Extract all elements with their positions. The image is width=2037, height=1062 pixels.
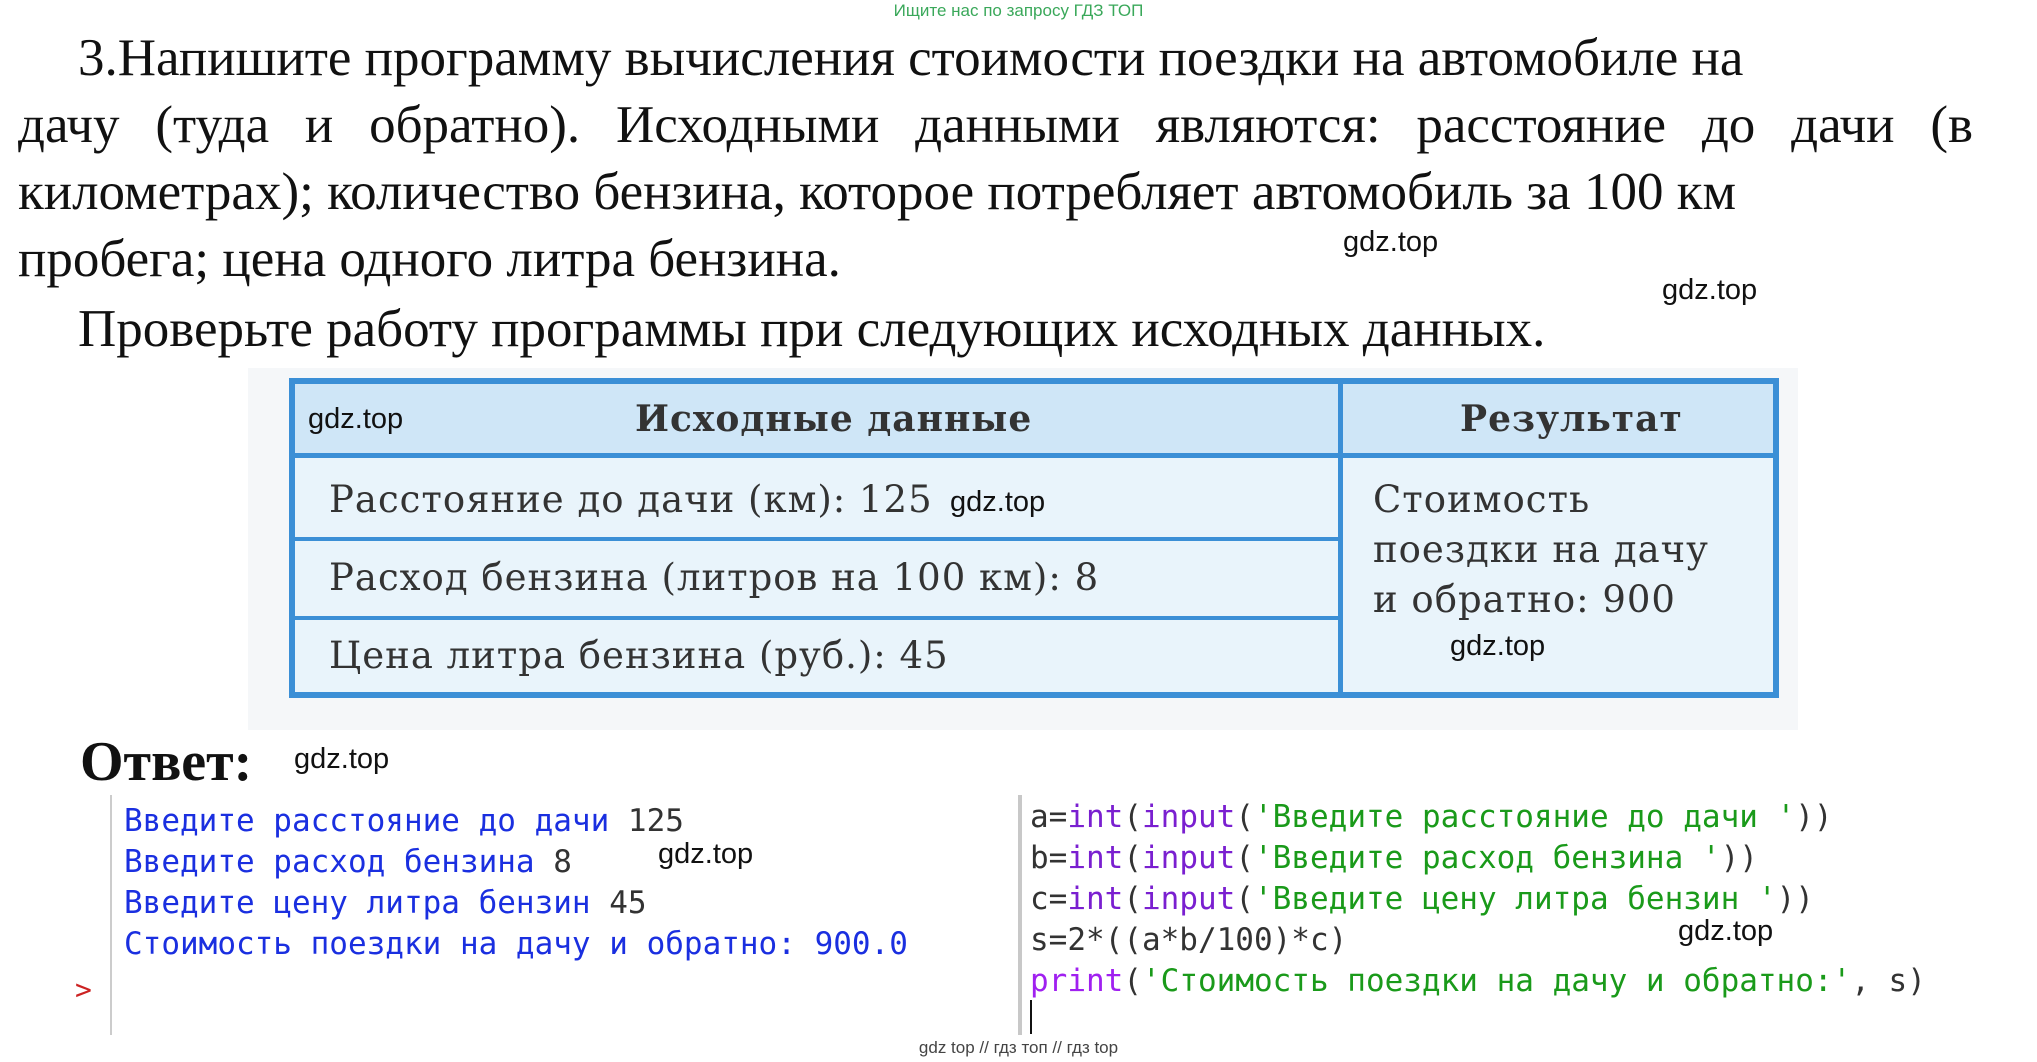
task-line-4: пробега; цена одного литра бензина. <box>18 230 841 288</box>
table-divider <box>295 616 1338 620</box>
answer-label: Ответ: <box>80 731 253 793</box>
shell-prompt-icon: > <box>75 973 92 1006</box>
code-line: print('Стоимость поездки на дачу и обрат… <box>1030 963 1926 999</box>
result-line-2: поездки на дачу <box>1373 528 1709 571</box>
python-shell-output: Введите расстояние до дачи 125 Введите р… <box>110 795 1012 1035</box>
watermark: gdz.top <box>308 403 404 435</box>
code-line: b=int(input('Введите расход бензина ')) <box>1030 840 1758 876</box>
text-cursor <box>1030 1000 1032 1034</box>
row-fuel-consumption: Расход бензина (литров на 100 км): 8 <box>329 556 1100 599</box>
header-result: Результат <box>1460 398 1683 440</box>
shell-line: Введите расход бензина 8 <box>124 844 572 880</box>
result-line-3: и обратно: 900 <box>1373 578 1676 621</box>
task-line-3: километрах); количество бензина, которое… <box>18 163 1736 221</box>
table-divider <box>295 537 1338 541</box>
watermark: gdz.top <box>1662 274 1758 306</box>
task-line-2: дачу (туда и обратно). Исходными данными… <box>18 96 1973 154</box>
data-table: Исходные данные Результат Расстояние до … <box>289 378 1779 698</box>
task-text: 3.Напишите программу вычисления стоимост… <box>18 25 1973 293</box>
watermark: gdz.top <box>1678 915 1774 947</box>
shell-line: Введите расстояние до дачи 125 <box>124 803 684 839</box>
watermark: gdz.top <box>294 743 390 775</box>
code-editor[interactable]: a=int(input('Введите расстояние до дачи … <box>1018 795 2037 1035</box>
watermark: gdz.top <box>1343 226 1439 258</box>
result-line-1: Стоимость <box>1373 478 1591 521</box>
watermark: gdz.top <box>658 838 754 870</box>
shell-line: Введите цену литра бензин 45 <box>124 885 647 921</box>
task-line-1: 3.Напишите программу вычисления стоимост… <box>78 29 1744 87</box>
watermark: gdz.top <box>950 486 1046 518</box>
header-input-data: Исходные данные <box>635 398 1033 440</box>
code-line: c=int(input('Введите цену литра бензин '… <box>1030 881 1814 917</box>
shell-line: Стоимость поездки на дачу и обратно: 900… <box>124 926 908 962</box>
check-text: Проверьте работу программы при следующих… <box>78 300 1546 358</box>
code-line: s=2*((a*b/100)*c) <box>1030 922 1348 958</box>
top-banner: Ищите нас по запросу ГДЗ ТОП <box>893 1 1144 20</box>
table-divider <box>1338 384 1343 692</box>
row-distance: Расстояние до дачи (км): 125 <box>329 478 933 521</box>
watermark: gdz.top <box>1450 630 1546 662</box>
row-fuel-price: Цена литра бензина (руб.): 45 <box>329 634 949 677</box>
footer-watermark: gdz top // гдз топ // гдз top <box>918 1038 1119 1057</box>
code-line: a=int(input('Введите расстояние до дачи … <box>1030 799 1833 835</box>
